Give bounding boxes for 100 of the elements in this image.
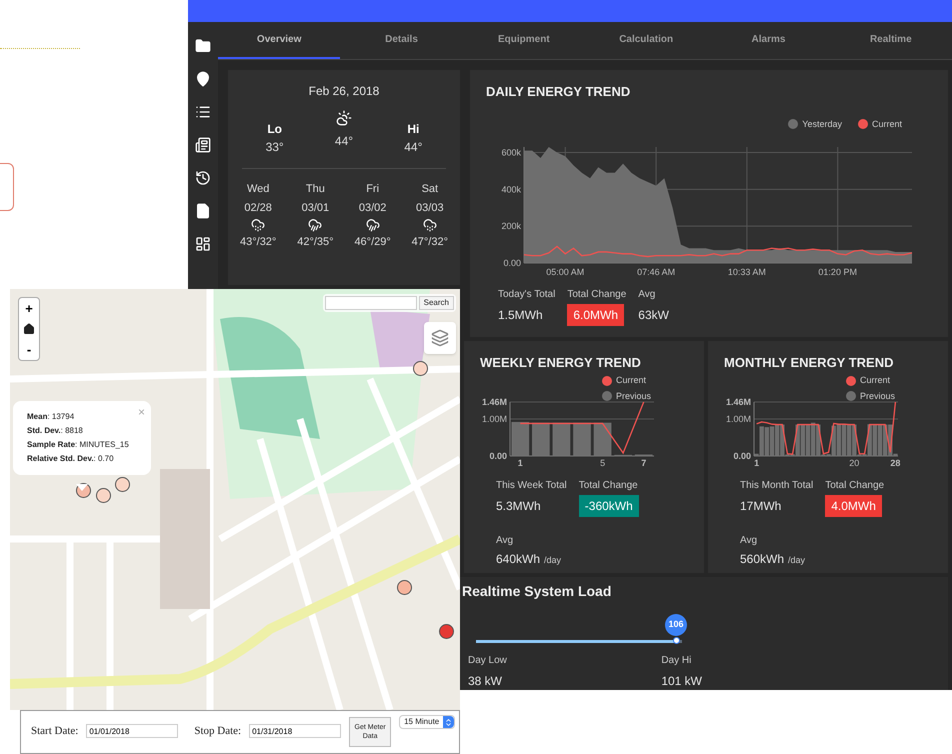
- forecast-date: 03/02: [358, 200, 386, 216]
- card-title: DAILY ENERGY TREND: [486, 83, 632, 101]
- x-tick-label: 05:00 AM: [546, 267, 584, 277]
- stat-value-badge: 4.0MWh: [825, 495, 882, 517]
- stat-value: 560kWh: [740, 551, 784, 568]
- x-tick-label: 5: [600, 458, 606, 468]
- list-icon[interactable]: [195, 104, 211, 120]
- layers-icon: [431, 329, 449, 347]
- stat-label: Avg: [638, 288, 656, 302]
- stat-value: 640kWh: [496, 551, 540, 568]
- y-tick-label: 0.00: [733, 451, 751, 461]
- stat-value: 38 kW: [468, 673, 504, 690]
- map-search-button[interactable]: Search: [418, 296, 454, 310]
- stat-label: Total Change: [825, 479, 884, 493]
- current-temperature: 44°: [334, 133, 354, 150]
- history-icon[interactable]: [195, 170, 211, 186]
- wind-rain-cloud-icon: [366, 218, 380, 232]
- forecast-temperatures: 43°/32°: [240, 235, 276, 250]
- y-tick-label: 0.00: [489, 451, 507, 461]
- low-temperature: 33°: [266, 139, 284, 156]
- x-tick-label: 1: [754, 458, 760, 468]
- stat-label: Avg: [496, 534, 514, 548]
- legend-label: Previous: [860, 390, 896, 402]
- tab[interactable]: Calculation: [584, 22, 708, 59]
- card-title: WEEKLY ENERGY TREND: [480, 354, 642, 372]
- tab[interactable]: Alarms: [707, 22, 830, 59]
- legend-label: Previous: [616, 390, 652, 402]
- stat-label: Day Hi: [661, 654, 692, 668]
- document-icon[interactable]: [195, 203, 211, 219]
- tab[interactable]: Details: [340, 22, 463, 59]
- weather-date: Feb 26, 2018: [308, 83, 380, 100]
- x-tick-label: 20: [849, 458, 860, 468]
- popup-pointer: [76, 484, 88, 491]
- x-tick-label: 28: [890, 458, 900, 468]
- x-tick-label: 7: [641, 458, 646, 468]
- slider-value-bubble: 106: [665, 614, 687, 636]
- card-title: MONTHLY ENERGY TREND: [724, 354, 895, 372]
- stat-value-badge: 6.0MWh: [567, 304, 624, 326]
- y-tick-label: 1.00M: [482, 414, 507, 424]
- stat-value: 17MWh: [740, 498, 782, 515]
- popup-text: Mean: 13794: [27, 411, 74, 423]
- x-tick-label: 10:33 AM: [728, 267, 766, 277]
- popup-text: Sample Rate: MINUTES_15: [27, 439, 129, 451]
- forecast-day: Sat: [422, 181, 438, 198]
- interval-select[interactable]: 15 Minute: [399, 715, 456, 729]
- forecast-day: Wed: [246, 181, 270, 198]
- folder-icon[interactable]: [195, 38, 211, 54]
- map-pin-icon[interactable]: [195, 71, 211, 87]
- legend-label: Current: [860, 374, 890, 387]
- forecast-date: 03/01: [302, 200, 330, 216]
- rain-cloud-icon: [422, 218, 437, 232]
- forecast-temperatures: 46°/29°: [354, 235, 391, 250]
- stat-value: 5.3MWh: [496, 498, 541, 515]
- forecast-date: 03/03: [416, 200, 444, 216]
- start-date-field[interactable]: 01/01/2018: [86, 724, 178, 738]
- forecast-temperatures: 47°/32°: [412, 235, 448, 250]
- y-tick-label: 1.46M: [726, 397, 751, 407]
- start-date-label: Start Date:: [31, 724, 78, 739]
- newspaper-icon[interactable]: [195, 137, 211, 153]
- stat-label: This Month Total: [740, 479, 814, 493]
- y-tick-label: 1.00M: [726, 414, 751, 424]
- slider-thumb[interactable]: 106: [665, 614, 687, 644]
- y-tick-label: 600k: [501, 148, 521, 158]
- stat-value: 101 kW: [661, 673, 702, 690]
- dashboard-icon[interactable]: [195, 236, 211, 252]
- popup-text: Relative Std. Dev.: 0.70: [27, 453, 114, 465]
- partly-cloudy-icon: [336, 110, 352, 126]
- stop-date-field[interactable]: 01/31/2018: [249, 724, 342, 738]
- stat-label: Avg: [740, 534, 758, 548]
- tab[interactable]: Realtime: [830, 22, 952, 59]
- high-temperature: 44°: [404, 139, 422, 156]
- tab[interactable]: Equipment: [462, 22, 585, 59]
- home-icon[interactable]: [23, 323, 35, 335]
- stat-value: 1.5MWh: [498, 307, 543, 324]
- forecast-day: Thu: [306, 181, 325, 198]
- x-tick-label: 1: [518, 458, 523, 468]
- y-tick-label: 1.46M: [482, 397, 507, 407]
- unit-label: /day: [788, 554, 806, 567]
- x-tick-label: 01:20 PM: [818, 267, 857, 277]
- stat-value: 63kW: [638, 307, 669, 324]
- high-label: Hi: [407, 121, 420, 138]
- stat-value-badge: -360kWh: [578, 495, 639, 517]
- y-tick-label: 400k: [501, 184, 521, 194]
- x-tick-label: 07:46 AM: [637, 267, 676, 277]
- forecast-temperatures: 42°/35°: [297, 235, 334, 250]
- zoom-in-button[interactable]: +: [19, 298, 39, 319]
- select-arrows-icon: [444, 718, 454, 726]
- tab[interactable]: Overview: [218, 22, 340, 59]
- stop-date-label: Stop Date:: [194, 724, 242, 739]
- stat-label: This Week Total: [496, 479, 567, 493]
- y-tick-label: 0.00: [503, 258, 521, 268]
- zoom-out-button[interactable]: -: [19, 339, 39, 360]
- stat-label: Day Low: [468, 654, 507, 668]
- layers-button[interactable]: [424, 322, 456, 354]
- legend-label: Yesterday: [802, 118, 842, 131]
- stat-label: Today's Total: [498, 288, 556, 302]
- legend-label: Current: [616, 374, 646, 387]
- forecast-day: Fri: [366, 181, 380, 198]
- stat-label: Total Change: [578, 479, 638, 493]
- map-search-field[interactable]: [324, 296, 417, 310]
